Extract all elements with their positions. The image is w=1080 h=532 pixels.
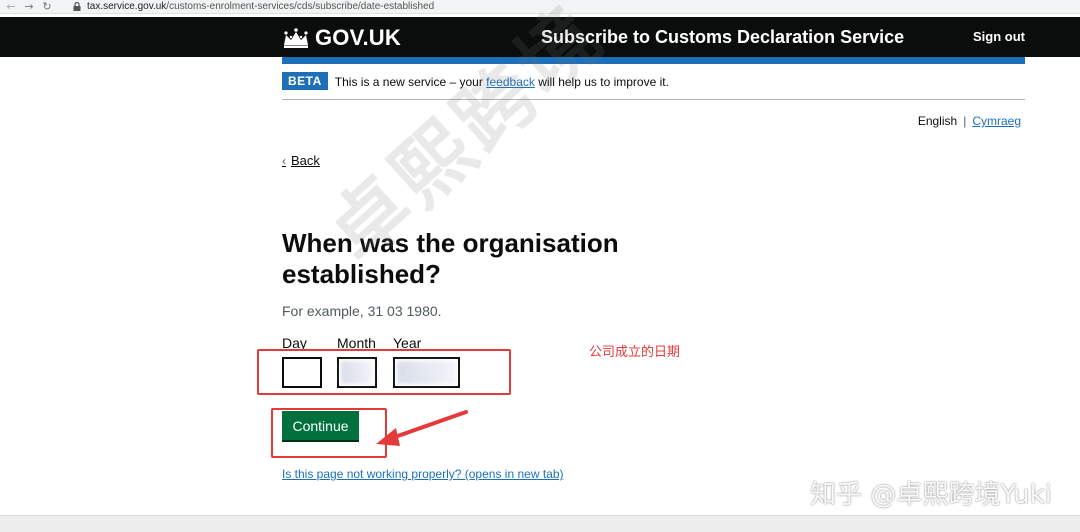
- sign-out-link[interactable]: Sign out: [973, 29, 1025, 44]
- service-name[interactable]: Subscribe to Customs Declaration Service: [541, 27, 904, 48]
- govuk-logo[interactable]: GOV.UK: [282, 25, 401, 51]
- annotation-arrow-icon: [376, 410, 468, 446]
- govuk-logo-text: GOV.UK: [315, 25, 401, 50]
- back-link-label: Back: [291, 153, 320, 168]
- language-english: English: [917, 114, 958, 128]
- header-blue-bar: [282, 57, 1025, 64]
- watermark-corner: 知乎 @卓熙跨境Yuki: [810, 480, 1052, 510]
- language-toggle: English | Cymraeg: [918, 114, 1021, 128]
- beta-text: This is a new service – your feedback wi…: [334, 75, 669, 89]
- govuk-header: GOV.UK Subscribe to Customs Declaration …: [0, 17, 1080, 57]
- date-hint: For example, 31 03 1980.: [282, 303, 442, 319]
- beta-banner: BETA This is a new service – your feedba…: [282, 72, 1025, 100]
- language-cymraeg-link[interactable]: Cymraeg: [972, 114, 1021, 128]
- feedback-link[interactable]: feedback: [486, 75, 535, 89]
- back-link[interactable]: ‹ Back: [282, 153, 320, 168]
- footer-strip: [0, 515, 1080, 532]
- beta-tag: BETA: [282, 72, 328, 90]
- language-separator: |: [963, 114, 967, 128]
- annotation-date-box: [257, 349, 511, 395]
- address-bar-url[interactable]: tax.service.gov.uk/customs-enrolment-ser…: [87, 1, 434, 12]
- browser-forward-icon[interactable]: →: [20, 1, 38, 12]
- annotation-note: 公司成立的日期: [589, 344, 681, 359]
- browser-address-bar: ← → ↻ tax.service.gov.uk/customs-enrolme…: [0, 0, 1080, 14]
- report-problem-link[interactable]: Is this page not working properly? (open…: [282, 467, 564, 481]
- page-title: When was the organisation established?: [282, 228, 619, 289]
- browser-reload-icon[interactable]: ↻: [38, 1, 56, 12]
- chevron-left-icon: ‹: [282, 153, 286, 168]
- browser-back-icon[interactable]: ←: [2, 1, 20, 12]
- lock-icon: [72, 2, 81, 11]
- crown-icon: [282, 27, 310, 49]
